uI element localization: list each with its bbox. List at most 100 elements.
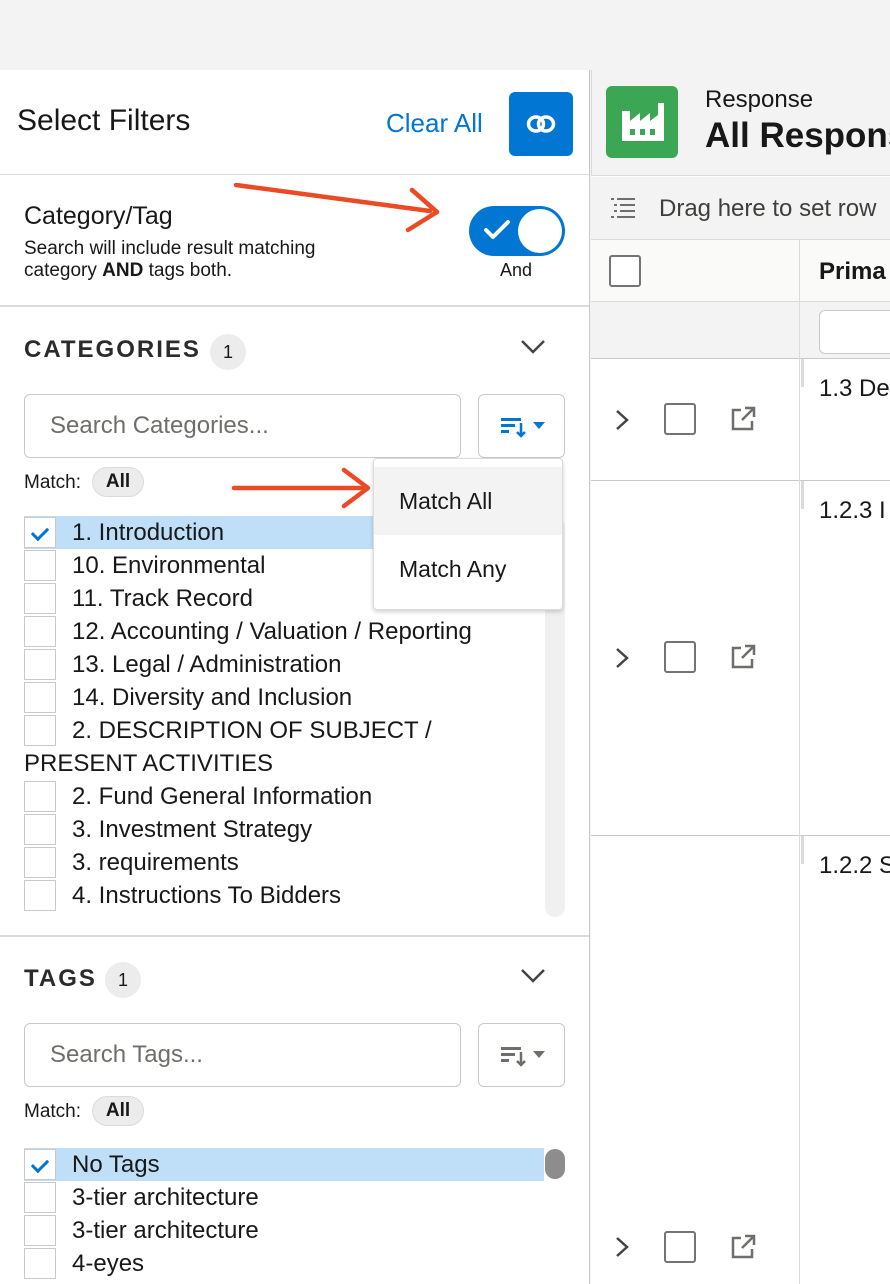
list-item[interactable]: 4. Instructions To Bidders (24, 879, 544, 912)
list-item[interactable]: No Tags (24, 1148, 544, 1181)
link-icon (526, 115, 556, 133)
clear-all-link[interactable]: Clear All (386, 108, 483, 139)
search-categories-input[interactable] (24, 394, 461, 458)
checkbox[interactable] (24, 715, 56, 746)
checkbox[interactable] (24, 616, 56, 647)
checkbox[interactable] (24, 682, 56, 713)
tags-count-badge: 1 (105, 962, 141, 998)
item-label: 11. Track Record (72, 585, 253, 612)
tags-match-badge: All (92, 1096, 144, 1126)
chevron-right-icon[interactable] (615, 409, 629, 431)
checkbox[interactable] (24, 1248, 56, 1279)
checkbox[interactable] (24, 517, 56, 548)
match-dropdown-menu: Match All Match Any (373, 458, 563, 610)
item-label: 3-tier architecture (72, 1184, 259, 1211)
row-checkbox[interactable] (664, 641, 696, 673)
section-divider (0, 935, 589, 937)
list-item[interactable]: 3. requirements (24, 846, 544, 879)
row-group-dropzone[interactable]: Drag here to set row (591, 177, 890, 240)
menu-item-match-all[interactable]: Match All (374, 467, 562, 535)
checkbox[interactable] (24, 880, 56, 911)
select-all-checkbox[interactable] (609, 255, 641, 287)
external-link-icon[interactable] (729, 1233, 757, 1261)
item-label: 3-tier architecture (72, 1217, 259, 1244)
menu-item-match-any[interactable]: Match Any (374, 535, 562, 603)
checkbox[interactable] (24, 781, 56, 812)
checkbox[interactable] (24, 1215, 56, 1246)
table-row[interactable]: 1.2.2 S (591, 836, 890, 1284)
and-or-toggle[interactable] (469, 206, 565, 256)
tags-scrollbar-thumb[interactable] (545, 1149, 565, 1179)
grid-header: Prima (591, 240, 890, 302)
list-item[interactable]: 4-eyes (24, 1247, 544, 1280)
checkbox[interactable] (24, 1182, 56, 1213)
column-divider (799, 359, 800, 481)
tags-match-menu-button[interactable] (478, 1023, 565, 1087)
row-checkbox[interactable] (664, 1231, 696, 1263)
column-divider (799, 240, 800, 302)
factory-icon (606, 86, 678, 158)
item-label: 10. Environmental (72, 552, 266, 579)
checkbox[interactable] (24, 1149, 56, 1180)
toggle-knob (518, 209, 562, 253)
checkbox[interactable] (24, 814, 56, 845)
desc-text-end: tags both. (143, 260, 233, 281)
item-label: 12. Accounting / Valuation / Reporting (72, 618, 472, 645)
list-item[interactable]: 2. DESCRIPTION OF SUBJECT / PRESENT ACTI… (24, 714, 544, 780)
checkbox[interactable] (24, 583, 56, 614)
checkbox[interactable] (24, 847, 56, 878)
filters-panel-header: Select Filters Clear All (0, 70, 589, 175)
external-link-icon[interactable] (729, 405, 757, 433)
chevron-down-icon[interactable] (520, 967, 546, 985)
cell-accent (801, 359, 804, 387)
browser-top-area (0, 0, 890, 70)
categories-match-menu-button[interactable] (478, 394, 565, 458)
item-label: 2. Fund General Information (72, 783, 373, 810)
link-button[interactable] (509, 92, 573, 156)
list-icon (611, 198, 635, 218)
list-item[interactable]: 14. Diversity and Inclusion (24, 681, 544, 714)
list-view-title[interactable]: All Respons (705, 116, 890, 156)
sort-icon (500, 418, 526, 438)
chevron-down-icon[interactable] (520, 338, 546, 356)
category-tag-title: Category/Tag (24, 202, 173, 230)
column-header-primary[interactable]: Prima (819, 258, 886, 286)
list-item[interactable]: 2. Fund General Information (24, 780, 544, 813)
column-divider (799, 481, 800, 836)
tags-title: TAGS (24, 965, 97, 992)
column-divider (799, 302, 800, 359)
tags-match-label: Match: (24, 1101, 82, 1122)
categories-title: CATEGORIES (24, 336, 201, 363)
list-item[interactable]: 3-tier architecture (24, 1181, 544, 1214)
list-item[interactable]: 13. Legal / Administration (24, 648, 544, 681)
tags-list: No Tags 3-tier architecture 3-tier archi… (24, 1148, 544, 1284)
toggle-label: And (500, 260, 533, 280)
sort-icon (500, 1047, 526, 1067)
categories-match-badge: All (92, 467, 144, 497)
object-label: Response (705, 86, 814, 113)
list-item[interactable]: 3-tier architecture (24, 1214, 544, 1247)
table-row[interactable]: 1.2.3 I (591, 481, 890, 836)
category-tag-section: Category/Tag Search will include result … (0, 176, 589, 307)
chevron-right-icon[interactable] (615, 647, 629, 669)
checkbox[interactable] (24, 550, 56, 581)
panel-title: Select Filters (17, 104, 191, 137)
search-tags-input[interactable] (24, 1023, 461, 1087)
external-link-icon[interactable] (729, 643, 757, 671)
item-label: No Tags (72, 1151, 160, 1178)
category-tag-description: Search will include result matching cate… (24, 238, 384, 282)
check-icon (484, 220, 510, 239)
column-filter-input[interactable] (819, 310, 890, 354)
grid-filter-row (591, 302, 890, 359)
list-item[interactable]: 12. Accounting / Valuation / Reporting (24, 615, 544, 648)
row-checkbox[interactable] (664, 403, 696, 435)
item-label: 4-eyes (72, 1250, 145, 1277)
chevron-right-icon[interactable] (615, 1236, 629, 1258)
checkbox[interactable] (24, 649, 56, 680)
item-label: 3. requirements (72, 849, 239, 876)
categories-match-label: Match: (24, 472, 82, 493)
cell-text: 1.2.2 S (819, 852, 890, 879)
table-row[interactable]: 1.3 De (591, 359, 890, 481)
list-item[interactable]: 3. Investment Strategy (24, 813, 544, 846)
caret-down-icon (532, 422, 545, 429)
